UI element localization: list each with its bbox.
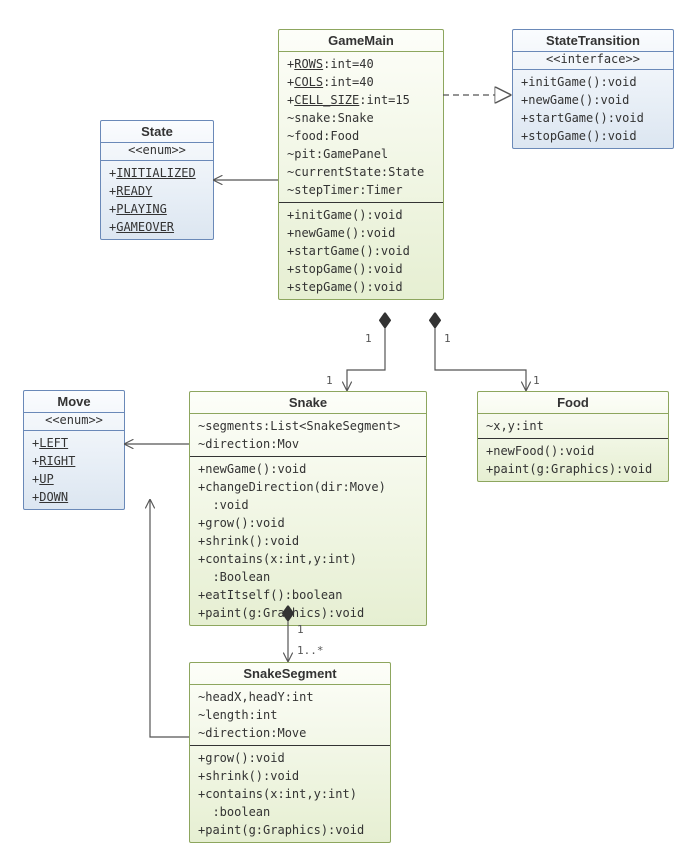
operations: +newFood():void+paint(g:Graphics):void [478,438,668,481]
class-state: State <<enum>> +INITIALIZED+READY+PLAYIN… [100,120,214,240]
attributes: ~segments:List<SnakeSegment>~direction:M… [190,414,426,456]
literals: +INITIALIZED+READY+PLAYING+GAMEOVER [101,161,213,239]
class-snakesegment: SnakeSegment ~headX,headY:int~length:int… [189,662,391,843]
stereotype: <<enum>> [101,143,213,161]
mult-label: 1 [365,332,372,345]
class-title: Move [24,391,124,413]
class-food: Food ~x,y:int +newFood():void+paint(g:Gr… [477,391,669,482]
class-title: State [101,121,213,143]
operations: +initGame():void+newGame():void+startGam… [279,202,443,299]
class-title: StateTransition [513,30,673,52]
class-move: Move <<enum>> +LEFT+RIGHT+UP+DOWN [23,390,125,510]
class-title: SnakeSegment [190,663,390,685]
class-statetransition: StateTransition <<interface>> +initGame(… [512,29,674,149]
class-title: Food [478,392,668,414]
operations: +newGame():void+changeDirection(dir:Move… [190,456,426,625]
operations: +grow():void+shrink():void+contains(x:in… [190,745,390,842]
literals: +LEFT+RIGHT+UP+DOWN [24,431,124,509]
attributes: ~x,y:int [478,414,668,438]
mult-label: 1 [444,332,451,345]
attributes: +ROWS:int=40+COLS:int=40+CELL_SIZE:int=1… [279,52,443,202]
operations: +initGame():void+newGame():void+startGam… [513,70,673,148]
stereotype: <<enum>> [24,413,124,431]
class-snake: Snake ~segments:List<SnakeSegment>~direc… [189,391,427,626]
mult-label: 1 [297,623,304,636]
stereotype: <<interface>> [513,52,673,70]
class-title: GameMain [279,30,443,52]
mult-label: 1 [326,374,333,387]
mult-label: 1 [533,374,540,387]
attributes: ~headX,headY:int~length:int~direction:Mo… [190,685,390,745]
mult-label: 1..* [297,644,324,657]
class-gamemain: GameMain +ROWS:int=40+COLS:int=40+CELL_S… [278,29,444,300]
class-title: Snake [190,392,426,414]
